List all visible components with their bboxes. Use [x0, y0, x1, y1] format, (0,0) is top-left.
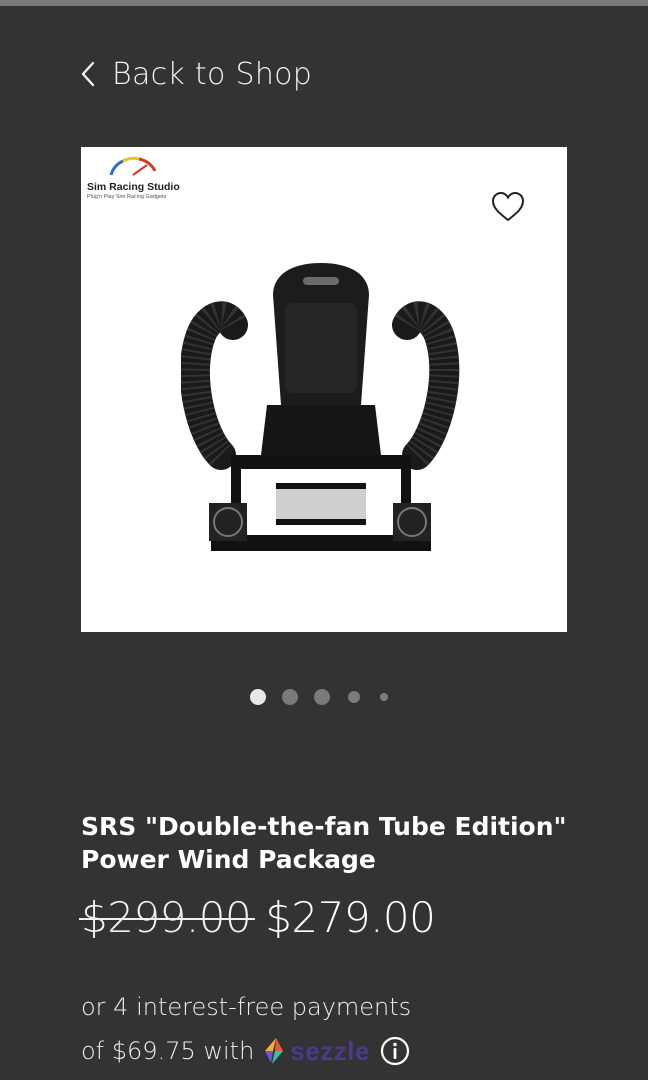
- sale-price: $279.00: [265, 893, 436, 942]
- gallery-dot-2[interactable]: [282, 689, 298, 705]
- gallery-pagination: [250, 688, 404, 706]
- installment-line2: of $69.75 with: [81, 1037, 255, 1065]
- price-block: $299.00 $279.00: [78, 893, 436, 942]
- favorite-button[interactable]: [491, 191, 525, 223]
- original-price: $299.00: [78, 893, 256, 942]
- product-image[interactable]: Sim Racing Studio Plug'n Play Sim Racing…: [81, 147, 567, 632]
- sezzle-logo[interactable]: sezzle: [262, 1029, 370, 1073]
- brand-name: Sim Racing Studio: [87, 181, 180, 193]
- gallery-dot-4[interactable]: [348, 691, 360, 703]
- product-title-line2: Power Wind Package: [81, 845, 376, 874]
- info-button[interactable]: [380, 1036, 410, 1066]
- gallery-dot-5[interactable]: [380, 693, 388, 701]
- heart-outline-icon: [491, 191, 525, 222]
- sezzle-wordmark: sezzle: [290, 1036, 370, 1066]
- sezzle-mark-icon: [265, 1038, 284, 1064]
- brand-tagline: Plug'n Play Sim Racing Gadgets: [87, 194, 167, 200]
- back-to-shop-label: Back to Shop: [112, 56, 313, 92]
- chevron-left-icon: [80, 59, 102, 89]
- installment-line1: or 4 interest-free payments: [81, 993, 412, 1021]
- brand-logo: Sim Racing Studio Plug'n Play Sim Racing…: [87, 155, 180, 200]
- gallery-dot-1[interactable]: [250, 689, 266, 705]
- back-to-shop-link[interactable]: Back to Shop: [80, 52, 312, 96]
- racing-rig-illustration: [181, 263, 460, 551]
- info-circle-icon: [380, 1036, 410, 1066]
- gallery-dot-3[interactable]: [314, 689, 330, 705]
- product-title-line1: SRS "Double-the-fan Tube Edition": [81, 812, 567, 841]
- speedometer-logo-icon: [109, 156, 157, 176]
- top-edge-bar: [0, 0, 648, 6]
- product-title: SRS "Double-the-fan Tube Edition" Power …: [81, 810, 581, 876]
- installment-info: or 4 interest-free payments of $69.75 wi…: [81, 985, 411, 1073]
